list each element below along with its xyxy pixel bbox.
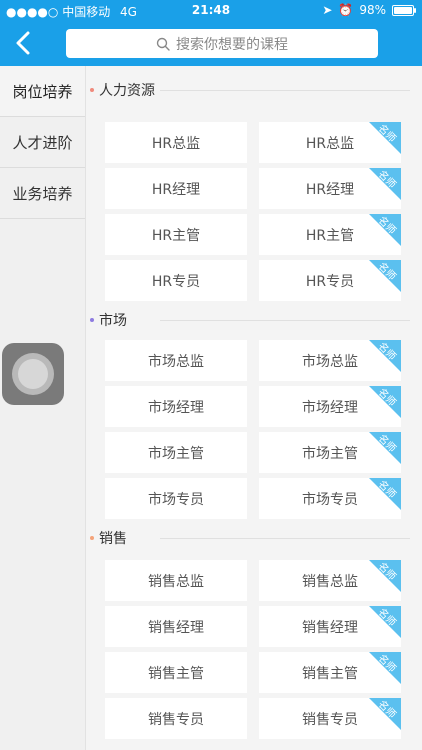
assistive-touch-button[interactable]: [2, 343, 64, 405]
famous-teacher-badge: 名师: [369, 214, 401, 246]
course-card-featured[interactable]: 销售专员 名师: [259, 698, 401, 739]
category-sidebar: 岗位培养 人才进阶 业务培养: [0, 66, 86, 750]
course-label: 销售经理: [302, 619, 358, 636]
course-card[interactable]: HR经理: [105, 168, 247, 209]
section-header: 市场: [85, 310, 422, 330]
back-button[interactable]: [8, 27, 40, 59]
course-label: HR总监: [305, 135, 355, 152]
sidebar-item-label: 岗位培养: [12, 82, 73, 101]
course-card[interactable]: 销售主管: [105, 652, 247, 693]
course-card-featured[interactable]: 市场经理 名师: [259, 386, 401, 427]
nav-bar: 搜索你想要的课程: [0, 20, 422, 66]
course-content: 人力资源 HR总监 HR总监 名师 HR经理 HR经理 名师 HR主管 HR主管 名师…: [85, 66, 422, 750]
sidebar-item-post-training[interactable]: 岗位培养: [0, 66, 85, 117]
course-card[interactable]: 市场主管: [105, 432, 247, 473]
sidebar-item-talent-advance[interactable]: 人才进阶: [0, 117, 85, 168]
sidebar-item-label: 人才进阶: [12, 133, 73, 152]
famous-teacher-badge: 名师: [369, 560, 401, 592]
section-sales: 销售: [85, 528, 422, 548]
section-header: 人力资源: [85, 80, 422, 100]
battery-icon: [392, 4, 416, 16]
course-label: 市场专员: [302, 491, 358, 508]
course-card[interactable]: 市场总监: [105, 340, 247, 381]
course-card-featured[interactable]: HR专员 名师: [259, 260, 401, 301]
section-dot: [90, 536, 94, 540]
course-label: 市场总监: [148, 353, 204, 370]
course-label: 市场经理: [148, 399, 204, 416]
course-label: 市场经理: [302, 399, 358, 416]
course-label: 销售经理: [148, 619, 204, 636]
section-market: 市场: [85, 310, 422, 330]
section-title: 销售: [99, 531, 127, 547]
course-card[interactable]: 销售专员: [105, 698, 247, 739]
course-label: HR主管: [305, 227, 355, 244]
course-card-featured[interactable]: HR主管 名师: [259, 214, 401, 255]
course-card[interactable]: 市场专员: [105, 478, 247, 519]
famous-teacher-badge: 名师: [369, 122, 401, 154]
alarm-icon: ⏰: [338, 3, 354, 17]
course-label: HR主管: [151, 227, 201, 244]
famous-teacher-badge: 名师: [369, 386, 401, 418]
section-title: 市场: [99, 313, 127, 329]
course-card[interactable]: HR总监: [105, 122, 247, 163]
battery-percent: 98%: [359, 3, 386, 17]
course-card[interactable]: 销售总监: [105, 560, 247, 601]
course-label: 市场主管: [148, 445, 204, 462]
course-label: 销售总监: [148, 573, 204, 590]
course-label: 销售专员: [148, 711, 204, 728]
course-label: 销售总监: [302, 573, 358, 590]
course-card-featured[interactable]: 市场总监 名师: [259, 340, 401, 381]
sidebar-item-label: 业务培养: [12, 184, 73, 203]
course-card[interactable]: HR主管: [105, 214, 247, 255]
famous-teacher-badge: 名师: [369, 478, 401, 510]
famous-teacher-badge: 名师: [369, 168, 401, 200]
course-card-featured[interactable]: 销售总监 名师: [259, 560, 401, 601]
course-card-featured[interactable]: 市场主管 名师: [259, 432, 401, 473]
famous-teacher-badge: 名师: [369, 432, 401, 464]
course-label: HR经理: [305, 181, 355, 198]
course-label: 市场主管: [302, 445, 358, 462]
search-input[interactable]: 搜索你想要的课程: [66, 29, 378, 58]
course-card-featured[interactable]: 市场专员 名师: [259, 478, 401, 519]
chevron-left-icon: [16, 31, 30, 55]
famous-teacher-badge: 名师: [369, 652, 401, 684]
section-header: 销售: [85, 528, 422, 548]
course-card-featured[interactable]: HR总监 名师: [259, 122, 401, 163]
course-label: 市场专员: [148, 491, 204, 508]
course-label: 市场总监: [302, 353, 358, 370]
course-card[interactable]: HR专员: [105, 260, 247, 301]
course-label: 销售主管: [148, 665, 204, 682]
course-label: HR专员: [305, 273, 355, 290]
section-hr: 人力资源: [85, 80, 422, 100]
sidebar-item-business-training[interactable]: 业务培养: [0, 168, 85, 219]
search-placeholder: 搜索你想要的课程: [176, 36, 288, 53]
location-icon: ➤: [322, 3, 333, 17]
status-bar: ●●●●○ 中国移动 4G 21:48 ➤ ⏰ 98%: [0, 0, 422, 20]
course-label: HR经理: [151, 181, 201, 198]
famous-teacher-badge: 名师: [369, 260, 401, 292]
course-label: HR总监: [151, 135, 201, 152]
search-icon: [156, 37, 170, 51]
course-label: 销售专员: [302, 711, 358, 728]
course-label: 销售主管: [302, 665, 358, 682]
course-card-featured[interactable]: HR经理 名师: [259, 168, 401, 209]
section-dot: [90, 88, 94, 92]
course-card[interactable]: 销售经理: [105, 606, 247, 647]
section-title: 人力资源: [99, 83, 155, 99]
famous-teacher-badge: 名师: [369, 606, 401, 638]
course-card-featured[interactable]: 销售主管 名师: [259, 652, 401, 693]
famous-teacher-badge: 名师: [369, 698, 401, 730]
famous-teacher-badge: 名师: [369, 340, 401, 372]
course-card[interactable]: 市场经理: [105, 386, 247, 427]
course-label: HR专员: [151, 273, 201, 290]
course-card-featured[interactable]: 销售经理 名师: [259, 606, 401, 647]
section-dot: [90, 318, 94, 322]
status-right: ➤ ⏰ 98%: [322, 3, 416, 17]
